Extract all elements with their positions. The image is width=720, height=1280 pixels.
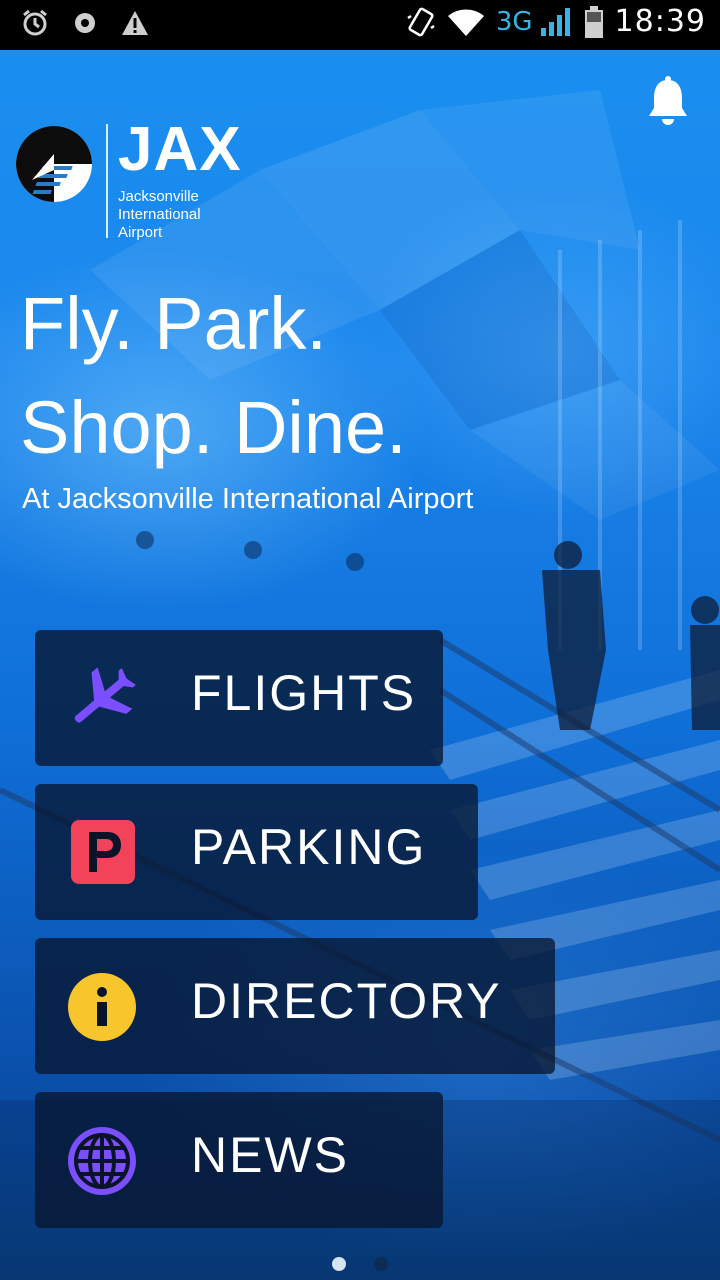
news-button[interactable]: NEWS <box>35 1092 443 1228</box>
vibrate-icon <box>407 7 435 36</box>
alarm-icon <box>23 9 47 36</box>
directory-label: DIRECTORY <box>191 973 502 1029</box>
logo-divider <box>106 124 108 238</box>
wifi-icon <box>447 8 484 36</box>
jax-logo-mark-icon <box>16 126 92 202</box>
page-dot-active[interactable] <box>332 1257 346 1271</box>
hero-subheadline: At Jacksonville International Airport <box>22 483 474 515</box>
hero-headline: Fly. Park. Shop. Dine. <box>20 272 407 480</box>
directory-button[interactable]: DIRECTORY <box>35 938 555 1074</box>
logo-subtitle-line: Airport <box>118 224 163 241</box>
signal-icon <box>540 7 570 36</box>
status-bar: 3G 18:39 <box>0 0 720 50</box>
flights-button[interactable]: FLIGHTS <box>35 630 443 766</box>
headline-line: Fly. Park. <box>20 282 327 365</box>
battery-icon <box>584 5 603 38</box>
logo-subtitle-line: International <box>118 206 201 223</box>
parking-button[interactable]: PARKING <box>35 784 478 920</box>
sync-icon <box>75 13 95 33</box>
logo-wordmark: JAX <box>118 115 242 184</box>
page-indicator <box>332 1257 388 1271</box>
airplane-icon <box>74 667 136 723</box>
parking-label: PARKING <box>191 819 427 875</box>
news-label: NEWS <box>191 1127 349 1183</box>
headline-line: Shop. Dine. <box>20 386 407 469</box>
logo-subtitle-line: Jacksonville <box>118 188 199 205</box>
parking-icon <box>71 820 135 884</box>
globe-icon <box>68 1127 136 1195</box>
flights-label: FLIGHTS <box>191 665 417 721</box>
info-icon <box>68 973 136 1041</box>
bell-icon[interactable] <box>646 76 690 128</box>
logo-subtitle: Jacksonville International Airport <box>118 188 258 242</box>
app-screen: 3G 18:39 JAX Jacksonville International … <box>0 0 720 1280</box>
network-type: 3G <box>495 6 533 37</box>
page-dot[interactable] <box>374 1257 388 1271</box>
warning-icon <box>122 11 148 35</box>
clock: 18:39 <box>614 4 706 39</box>
